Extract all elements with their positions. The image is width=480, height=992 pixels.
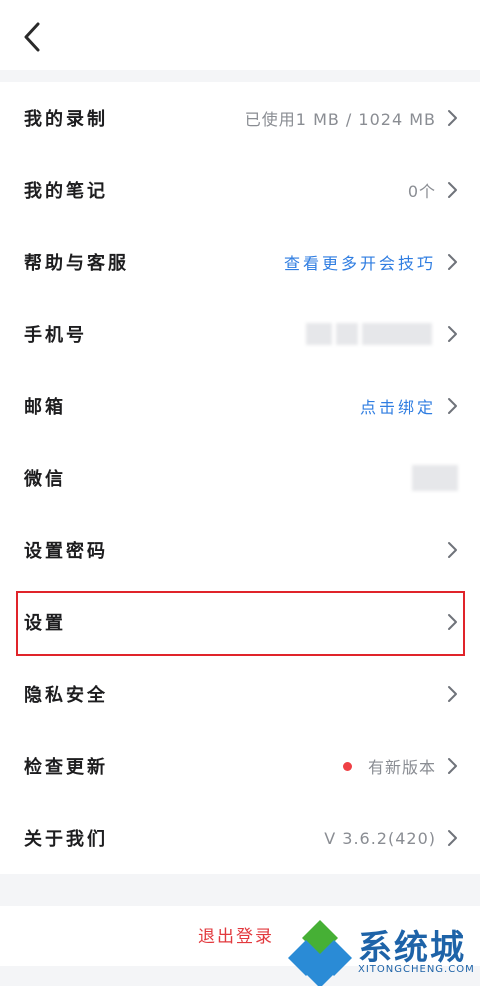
menu-item-wechat[interactable]: 微信 xyxy=(0,442,480,514)
chevron-right-icon xyxy=(448,110,457,126)
menu-item-settings[interactable]: 设置 xyxy=(0,586,480,658)
menu-item-label: 帮助与客服 xyxy=(24,253,129,274)
chevron-right-icon xyxy=(448,254,457,270)
menu-item-label: 设置 xyxy=(24,613,66,634)
logout-area: 退出登录 xyxy=(0,906,480,966)
back-button[interactable] xyxy=(18,20,48,54)
new-version-badge xyxy=(342,761,352,771)
chevron-right-icon xyxy=(448,686,457,702)
phone-number-blurred xyxy=(302,323,432,345)
menu-item-privacy[interactable]: 隐私安全 xyxy=(0,658,480,730)
notes-count-value: 0个 xyxy=(407,182,436,201)
menu-item-email[interactable]: 邮箱 点击绑定 xyxy=(0,370,480,442)
menu-item-help[interactable]: 帮助与客服 查看更多开会技巧 xyxy=(0,226,480,298)
logout-button[interactable]: 退出登录 xyxy=(198,922,274,947)
chevron-left-icon xyxy=(24,22,40,52)
storage-usage-value: 已使用1 MB / 1024 MB xyxy=(244,110,436,129)
menu-item-update[interactable]: 检查更新 有新版本 xyxy=(0,730,480,802)
chevron-right-icon xyxy=(448,758,457,774)
section-gap xyxy=(0,966,480,986)
section-gap xyxy=(0,874,480,906)
help-tips-link[interactable]: 查看更多开会技巧 xyxy=(284,250,436,274)
app-version-value: V 3.6.2(420) xyxy=(324,828,436,848)
menu-item-label: 微信 xyxy=(24,469,66,490)
menu-item-label: 检查更新 xyxy=(24,757,108,778)
chevron-right-icon xyxy=(448,398,457,414)
top-bar xyxy=(0,0,480,70)
menu-item-phone[interactable]: 手机号 xyxy=(0,298,480,370)
chevron-right-icon xyxy=(448,830,457,846)
menu-item-label: 邮箱 xyxy=(24,397,66,418)
menu-item-label: 隐私安全 xyxy=(24,685,108,706)
wechat-account-blurred xyxy=(408,465,458,491)
chevron-right-icon xyxy=(448,542,457,558)
settings-list: 我的录制 已使用1 MB / 1024 MB 我的笔记 0个 帮助与客服 查看更… xyxy=(0,82,480,874)
menu-item-recordings[interactable]: 我的录制 已使用1 MB / 1024 MB xyxy=(0,82,480,154)
menu-item-label: 我的录制 xyxy=(24,109,108,130)
menu-item-label: 设置密码 xyxy=(24,541,108,562)
chevron-right-icon xyxy=(448,326,457,342)
chevron-right-icon xyxy=(448,182,457,198)
chevron-right-icon xyxy=(448,614,457,630)
menu-item-label: 手机号 xyxy=(24,325,87,346)
bind-email-link[interactable]: 点击绑定 xyxy=(360,394,436,418)
menu-item-password[interactable]: 设置密码 xyxy=(0,514,480,586)
update-status-value: 有新版本 xyxy=(367,758,436,777)
menu-item-label: 我的笔记 xyxy=(24,181,108,202)
section-gap xyxy=(0,70,480,82)
menu-item-label: 关于我们 xyxy=(24,829,108,850)
menu-item-about[interactable]: 关于我们 V 3.6.2(420) xyxy=(0,802,480,874)
menu-item-notes[interactable]: 我的笔记 0个 xyxy=(0,154,480,226)
